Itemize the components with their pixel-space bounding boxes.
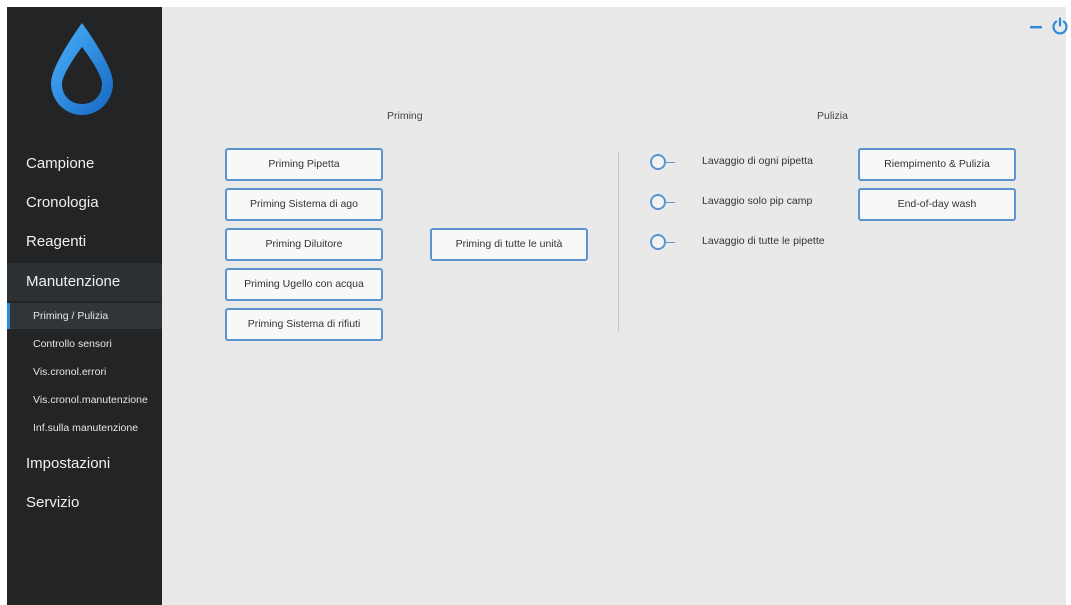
section-divider [618, 152, 619, 332]
sidebar-item-cronologia[interactable]: Cronologia [7, 184, 162, 222]
sidebar-subitem-priming-pulizia[interactable]: Priming / Pulizia [7, 303, 162, 329]
priming-rifiuti-button[interactable]: Priming Sistema di rifiuti [225, 308, 383, 341]
sidebar-item-impostazioni[interactable]: Impostazioni [7, 445, 162, 483]
active-indicator [7, 303, 10, 329]
sidebar-item-servizio[interactable]: Servizio [7, 484, 162, 522]
end-of-day-wash-button[interactable]: End-of-day wash [858, 188, 1016, 221]
radio-label: Lavaggio di tutte le pipette [702, 235, 825, 247]
main-content: Priming Priming Pipetta Priming Sistema … [162, 7, 1069, 605]
radio-lavaggio-ogni-pipetta[interactable]: Lavaggio di ogni pipetta [650, 152, 850, 172]
sidebar-item-campione[interactable]: Campione [7, 145, 162, 183]
radio-connector [666, 242, 675, 243]
priming-title: Priming [387, 110, 423, 122]
pulizia-title: Pulizia [817, 110, 848, 122]
sidebar-subitem-label: Priming / Pulizia [33, 310, 109, 322]
radio-lavaggio-tutte-pipette[interactable]: Lavaggio di tutte le pipette [650, 232, 850, 252]
minimize-icon[interactable] [1027, 17, 1045, 35]
priming-pipetta-button[interactable]: Priming Pipetta [225, 148, 383, 181]
sidebar-subitem-manutenzione-log[interactable]: Vis.cronol.manutenzione [7, 387, 162, 413]
sidebar: Campione Cronologia Reagenti Manutenzion… [7, 7, 162, 605]
priming-all-units-button[interactable]: Priming di tutte le unità [430, 228, 588, 261]
radio-button[interactable] [650, 154, 666, 170]
radio-label: Lavaggio di ogni pipetta [702, 155, 813, 167]
radio-lavaggio-solo-pip-camp[interactable]: Lavaggio solo pip camp [650, 192, 850, 212]
radio-connector [666, 162, 675, 163]
radio-button[interactable] [650, 194, 666, 210]
radio-button[interactable] [650, 234, 666, 250]
radio-connector [666, 202, 675, 203]
priming-ugello-button[interactable]: Priming Ugello con acqua [225, 268, 383, 301]
riempimento-pulizia-button[interactable]: Riempimento & Pulizia [858, 148, 1016, 181]
radio-label: Lavaggio solo pip camp [702, 195, 813, 207]
power-icon[interactable] [1051, 17, 1069, 35]
sidebar-item-manutenzione[interactable]: Manutenzione [7, 263, 162, 301]
sidebar-subitem-errori[interactable]: Vis.cronol.errori [7, 359, 162, 385]
priming-sistema-ago-button[interactable]: Priming Sistema di ago [225, 188, 383, 221]
water-drop-logo [51, 23, 113, 115]
sidebar-subitem-info-manutenzione[interactable]: Inf.sulla manutenzione [7, 415, 162, 441]
sidebar-subitem-controllo-sensori[interactable]: Controllo sensori [7, 331, 162, 357]
sidebar-item-reagenti[interactable]: Reagenti [7, 223, 162, 261]
priming-diluitore-button[interactable]: Priming Diluitore [225, 228, 383, 261]
app-window: Campione Cronologia Reagenti Manutenzion… [7, 7, 1069, 605]
